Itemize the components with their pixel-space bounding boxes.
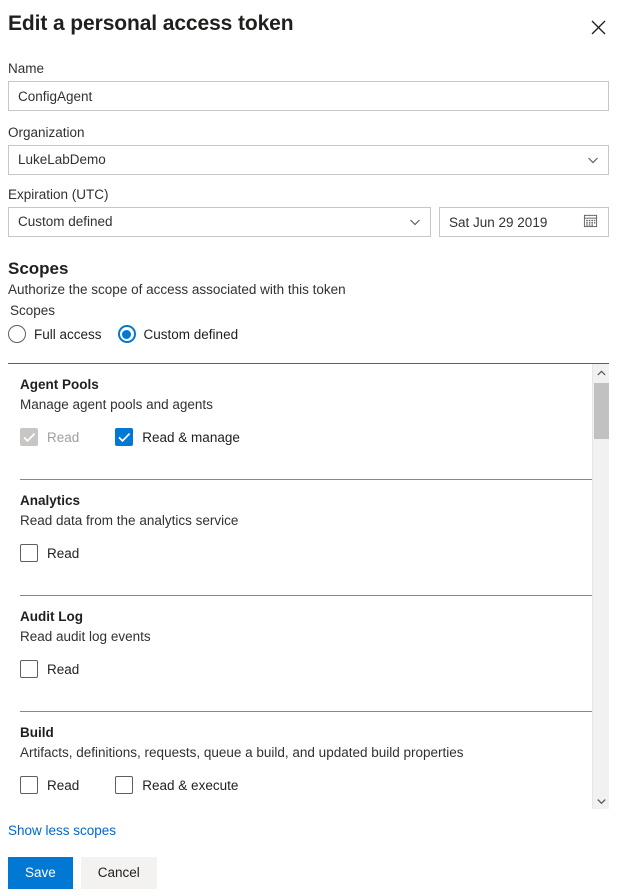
- save-button[interactable]: Save: [8, 857, 73, 889]
- scope-title: Audit Log: [20, 609, 83, 624]
- radio-mark-icon: [117, 325, 136, 343]
- cancel-button[interactable]: Cancel: [80, 857, 157, 889]
- close-button[interactable]: [585, 14, 611, 40]
- expiration-preset-select[interactable]: Custom defined: [8, 207, 431, 237]
- checkmark-icon: [115, 776, 134, 794]
- page-title: Edit a personal access token: [8, 12, 294, 35]
- expiration-preset-wrap: Custom defined: [8, 207, 431, 237]
- close-icon: [591, 20, 606, 35]
- checkbox-build-read-execute[interactable]: Read & execute: [115, 776, 238, 794]
- scopes-scrollbar[interactable]: [592, 364, 609, 809]
- chevron-up-icon: [597, 364, 606, 382]
- checkmark-icon: [20, 544, 38, 562]
- checkbox-agent-pools-read: Read: [20, 428, 79, 446]
- scope-title: Analytics: [20, 493, 81, 508]
- dialog-actions: Save Cancel: [8, 857, 157, 889]
- radio-full-access[interactable]: Full access: [8, 325, 102, 343]
- edit-pat-dialog: Edit a personal access token Name Organi…: [0, 0, 617, 896]
- name-field-group: Name: [8, 60, 609, 111]
- scope-section-agent-pools: Agent Pools Manage agent pools and agent…: [20, 364, 592, 480]
- scope-checkbox-row: Read Read & execute: [20, 776, 592, 794]
- scope-description: Read audit log events: [20, 629, 151, 644]
- checkbox-build-read[interactable]: Read: [20, 776, 79, 794]
- scopes-scroll-viewport: Agent Pools Manage agent pools and agent…: [8, 364, 592, 809]
- chevron-down-icon: [587, 154, 599, 166]
- expiration-date-value: Sat Jun 29 2019: [449, 214, 548, 230]
- scope-description: Artifacts, definitions, requests, queue …: [20, 745, 464, 760]
- dialog-header: Edit a personal access token: [8, 10, 609, 48]
- scopes-list: Agent Pools Manage agent pools and agent…: [8, 363, 609, 809]
- checkbox-label: Read: [47, 777, 80, 793]
- checkbox-audit-log-read[interactable]: Read: [20, 660, 79, 678]
- chevron-down-icon: [597, 792, 606, 810]
- checkmark-icon: [20, 660, 38, 678]
- scope-checkbox-row: Read: [20, 660, 592, 678]
- organization-select[interactable]: LukeLabDemo: [8, 145, 609, 175]
- checkbox-label: Read: [47, 661, 80, 677]
- scrollbar-up-button[interactable]: [593, 364, 609, 381]
- expiration-preset-value: Custom defined: [18, 214, 113, 229]
- expiration-label: Expiration (UTC): [8, 187, 109, 202]
- scopes-heading: Scopes: [8, 259, 69, 278]
- expiration-field-group: Expiration (UTC) Custom defined Sat Jun …: [8, 186, 609, 237]
- scopes-radio-group: Full access Custom defined: [8, 325, 609, 343]
- calendar-icon[interactable]: [583, 213, 598, 231]
- scope-description: Read data from the analytics service: [20, 513, 239, 528]
- expiration-date-input[interactable]: Sat Jun 29 2019: [439, 207, 609, 237]
- scrollbar-thumb[interactable]: [594, 383, 609, 439]
- scope-description: Manage agent pools and agents: [20, 397, 213, 412]
- radio-custom-defined-label: Custom defined: [143, 326, 239, 342]
- checkbox-label: Read: [47, 545, 80, 561]
- checkmark-icon: [20, 428, 38, 446]
- scope-checkbox-row: Read Read & manage: [20, 428, 592, 446]
- name-label: Name: [8, 61, 45, 76]
- chevron-down-icon: [409, 216, 421, 228]
- scope-section-analytics: Analytics Read data from the analytics s…: [20, 480, 592, 596]
- checkbox-label: Read & manage: [142, 429, 240, 445]
- checkbox-analytics-read[interactable]: Read: [20, 544, 79, 562]
- checkmark-icon: [115, 428, 134, 446]
- scope-section-build: Build Artifacts, definitions, requests, …: [20, 712, 592, 809]
- scope-title: Agent Pools: [20, 377, 99, 392]
- checkbox-agent-pools-read-manage[interactable]: Read & manage: [115, 428, 240, 446]
- checkmark-icon: [20, 776, 38, 794]
- show-less-scopes-link[interactable]: Show less scopes: [8, 823, 116, 838]
- radio-mark-icon: [8, 325, 26, 343]
- scope-title: Build: [20, 725, 54, 740]
- radio-full-access-label: Full access: [34, 326, 102, 342]
- scrollbar-down-button[interactable]: [593, 792, 609, 809]
- organization-label: Organization: [8, 125, 85, 140]
- scope-checkbox-row: Read: [20, 544, 592, 562]
- checkbox-label: Read: [47, 429, 80, 445]
- scopes-header-group: Scopes Authorize the scope of access ass…: [8, 258, 609, 343]
- organization-field-group: Organization LukeLabDemo: [8, 124, 609, 175]
- scopes-description: Authorize the scope of access associated…: [8, 282, 346, 297]
- scope-section-audit-log: Audit Log Read audit log events Read: [20, 596, 592, 712]
- radio-custom-defined[interactable]: Custom defined: [117, 325, 239, 343]
- organization-value: LukeLabDemo: [18, 152, 106, 167]
- checkbox-label: Read & execute: [142, 777, 239, 793]
- name-input[interactable]: [8, 81, 609, 111]
- scopes-group-label: Scopes: [10, 303, 56, 318]
